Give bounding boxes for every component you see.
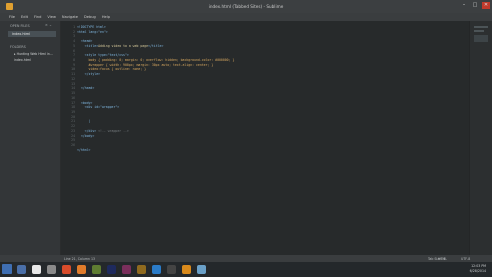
taskbar: 12:03 PM 6/28/2014 [0, 262, 492, 277]
firefox-icon[interactable] [77, 265, 86, 274]
folder-icon[interactable] [32, 265, 41, 274]
sidebar: OPEN FILES × ⌄ index.html FOLDERS ▸ Hunt… [0, 21, 61, 255]
folders-header: FOLDERS [10, 45, 26, 49]
code-line[interactable]: </html> [77, 148, 464, 153]
sublime-taskbar-icon[interactable] [182, 265, 191, 274]
line-number-gutter: 1 2 3 4 5 6 7 8 9 10 11 12 13 14 15 16 17 18 19 20 21 22 23 24 2… [61, 25, 75, 148]
minimap-viewport[interactable] [474, 35, 488, 42]
code-token: <!DOCTYPE html> [77, 25, 106, 29]
illustrator-icon[interactable] [137, 265, 146, 274]
menu-view[interactable]: View [47, 15, 56, 19]
code-token: <!-- wrapper --> [98, 128, 129, 133]
code-token: <div id="wrapper"> [77, 105, 120, 110]
menu-file[interactable]: File [9, 15, 15, 19]
code-token: </html> [77, 147, 91, 152]
code-token: <body> [77, 100, 93, 105]
start-button-icon[interactable] [2, 264, 12, 274]
app-icon[interactable] [92, 265, 101, 274]
status-bar: Line 21, Column 13 Tab Size: 4 HTML UTF-… [0, 255, 492, 262]
open-files-header: OPEN FILES × ⌄ [0, 21, 60, 28]
line-number: 26 [71, 142, 75, 147]
minimap-block [474, 30, 484, 32]
window-title: index.html (Tabbed Sites) - Sublime [208, 4, 284, 9]
code-token: | [77, 119, 91, 124]
menu-debug[interactable]: Debug [84, 15, 96, 19]
folder-file-item[interactable]: index.html [0, 56, 60, 62]
clock-date: 6/28/2014 [469, 269, 486, 273]
minimap-block [474, 26, 488, 28]
code-token: Adding video to a web page [98, 43, 149, 48]
code-token: </div> [77, 128, 99, 133]
code-token: <head> [77, 39, 93, 44]
code-token: <html lang="en"> [77, 29, 108, 34]
open-files-label: OPEN FILES [10, 24, 30, 28]
code-area[interactable]: <!DOCTYPE html> <html lang="en"> <head> <… [77, 25, 464, 152]
steam-icon[interactable] [167, 265, 176, 274]
menu-help[interactable]: Help [102, 15, 110, 19]
menu-navigate[interactable]: Navigate [62, 15, 78, 19]
code-token: <title> [77, 43, 99, 48]
close-button[interactable]: ✕ [482, 2, 490, 9]
code-token: </title> [148, 43, 164, 48]
folder-item[interactable]: ▸ Hunting Web Html in... [0, 49, 60, 56]
code-token: <style type="text/css"> [77, 53, 129, 58]
photoshop-icon[interactable] [107, 265, 116, 274]
explorer-icon[interactable] [17, 265, 26, 274]
menu-find[interactable]: Find [34, 15, 41, 19]
media-icon[interactable] [47, 265, 56, 274]
paint-icon[interactable] [197, 265, 206, 274]
encoding-indicator[interactable]: UTF-8 [461, 257, 470, 261]
code-token: </head> [77, 86, 95, 91]
code-token: video:focus { outline: none; } [77, 67, 147, 72]
system-clock[interactable]: 12:03 PM 6/28/2014 [470, 264, 486, 274]
title-bar: index.html (Tabbed Sites) - Sublime – □ … [0, 0, 492, 13]
menu-bar: File Edit Find View Navigate Debug Help [0, 13, 492, 21]
minimap[interactable] [469, 21, 492, 255]
sidebar-close-icon[interactable]: × ⌄ [45, 23, 52, 27]
cursor-position: Line 21, Column 13 [64, 256, 96, 261]
code-token: #wrapper { width: 900px; margin: 30px au… [77, 62, 214, 67]
skype-icon[interactable] [152, 265, 161, 274]
premiere-icon[interactable] [122, 265, 131, 274]
code-token: body { padding: 0; margin: 0; overflow: … [77, 58, 235, 63]
code-editor[interactable]: 1 2 3 4 5 6 7 8 9 10 11 12 13 14 15 16 17 18 19 20 21 22 23 24 2… [61, 21, 470, 255]
window-controls: – □ ✕ [460, 2, 490, 9]
menu-edit[interactable]: Edit [21, 15, 28, 19]
maximize-button[interactable]: □ [471, 2, 479, 9]
code-token: </style> [77, 72, 101, 77]
minimize-button[interactable]: – [460, 2, 468, 9]
code-token: </body> [77, 133, 95, 138]
syntax-indicator[interactable]: HTML [438, 257, 447, 261]
chrome-icon[interactable] [62, 265, 71, 274]
